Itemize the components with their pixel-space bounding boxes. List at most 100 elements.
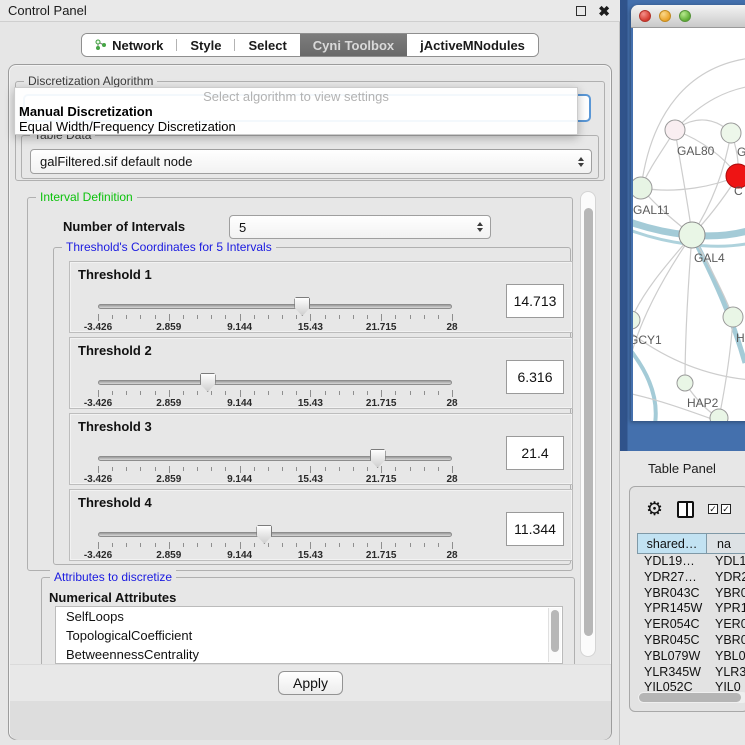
- network-node-bottom-node[interactable]: [710, 409, 728, 421]
- tick-mark: [395, 315, 396, 319]
- tick-mark: [438, 391, 439, 395]
- apply-button[interactable]: Apply: [278, 671, 343, 695]
- threshold-value-field[interactable]: 11.344: [506, 512, 564, 546]
- tab-style[interactable]: Style: [177, 34, 234, 56]
- threshold-slider-2[interactable]: -3.4262.8599.14415.4321.71528: [98, 372, 452, 410]
- tick-label: 15.43: [298, 398, 323, 409]
- numerical-attributes-list[interactable]: SelfLoopsTopologicalCoefficientBetweenne…: [55, 606, 563, 664]
- tick-mark: [126, 467, 127, 471]
- network-node-top-right[interactable]: [721, 123, 741, 143]
- slider-track[interactable]: [98, 304, 452, 309]
- checkbox-icon[interactable]: ✓: [721, 504, 731, 514]
- tab-label: Network: [112, 38, 163, 53]
- tick-mark: [339, 391, 340, 395]
- tab-network[interactable]: Network: [82, 34, 176, 56]
- tick-mark: [395, 467, 396, 471]
- table-toolbar: ⚙ ✓ ✓: [630, 495, 745, 523]
- table-row[interactable]: YBL079WYBL0: [637, 649, 745, 665]
- table-row[interactable]: YDL19…YDL1: [637, 554, 745, 570]
- network-edge[interactable]: [633, 346, 656, 421]
- list-item[interactable]: BetweennessCentrality: [56, 645, 562, 664]
- tick-mark: [410, 543, 411, 547]
- slider-track[interactable]: [98, 456, 452, 461]
- network-edge[interactable]: [641, 176, 738, 190]
- network-node-label: GCY1: [633, 333, 662, 347]
- network-edge[interactable]: [685, 235, 692, 383]
- network-node-gal11[interactable]: [633, 177, 652, 199]
- list-item[interactable]: SelfLoops: [56, 607, 562, 626]
- table-data-combobox[interactable]: galFiltered.sif default node: [30, 149, 592, 174]
- tick-mark: [367, 391, 368, 395]
- gear-icon[interactable]: ⚙: [646, 500, 663, 519]
- tick-mark: [310, 314, 311, 321]
- table-row[interactable]: YBR043CYBR0: [637, 586, 745, 602]
- close-icon[interactable]: ✖: [598, 6, 610, 16]
- network-node-label: GAL4: [694, 251, 725, 265]
- table-row[interactable]: YPR145WYPR1: [637, 601, 745, 617]
- network-node-h-node[interactable]: [723, 307, 743, 327]
- tick-mark: [197, 543, 198, 547]
- float-panel-icon[interactable]: [576, 6, 586, 16]
- tick-mark: [367, 315, 368, 319]
- table-row[interactable]: YBR045CYBR0: [637, 633, 745, 649]
- slider-track[interactable]: [98, 532, 452, 537]
- column-header-shared[interactable]: shared…: [637, 533, 707, 554]
- threshold-label: Threshold 4: [78, 495, 152, 510]
- slider-track[interactable]: [98, 380, 452, 385]
- tick-mark: [140, 467, 141, 471]
- dropdown-option-manual[interactable]: Manual Discretization: [15, 103, 577, 118]
- tab-jactivemnodules[interactable]: jActiveMNodules: [407, 34, 538, 56]
- threshold-value-field[interactable]: 6.316: [506, 360, 564, 394]
- network-node-hap2[interactable]: [677, 375, 693, 391]
- network-node-label: C: [734, 184, 743, 198]
- network-node-gal4[interactable]: [679, 222, 705, 248]
- dropdown-option-equal-width[interactable]: Equal Width/Frequency Discretization: [15, 118, 577, 133]
- tick-mark: [112, 467, 113, 471]
- panel-scrollbar[interactable]: [580, 191, 596, 657]
- tick-mark: [367, 543, 368, 547]
- threshold-value-field[interactable]: 21.4: [506, 436, 564, 470]
- minimize-traffic-light-icon[interactable]: [659, 10, 671, 22]
- table-hscrollbar-thumb[interactable]: [639, 693, 741, 702]
- close-traffic-light-icon[interactable]: [639, 10, 651, 22]
- threshold-value-field[interactable]: 14.713: [506, 284, 564, 318]
- threshold-slider-3[interactable]: -3.4262.8599.14415.4321.71528: [98, 448, 452, 486]
- tick-mark: [282, 467, 283, 471]
- network-window-titlebar[interactable]: [631, 5, 745, 28]
- network-edge[interactable]: [719, 317, 733, 418]
- tab-select[interactable]: Select: [235, 34, 299, 56]
- table-row[interactable]: YLR345WYLR3: [637, 665, 745, 681]
- tick-mark: [225, 391, 226, 395]
- tick-mark: [155, 391, 156, 395]
- list-scrollbar-thumb[interactable]: [551, 610, 559, 652]
- network-node-gcy1[interactable]: [633, 311, 640, 329]
- list-scrollbar[interactable]: [548, 608, 561, 662]
- network-canvas[interactable]: GAL80GACGAL11GAL4GCY1HHAP2: [633, 28, 745, 421]
- table-data-value: galFiltered.sif default node: [40, 154, 192, 169]
- tick-mark: [395, 391, 396, 395]
- table-cell: YPR1: [707, 601, 745, 617]
- interval-definition-title: Interval Definition: [36, 190, 137, 204]
- tick-label: 21.715: [366, 474, 397, 485]
- network-node-gal80[interactable]: [665, 120, 685, 140]
- panel-scrollbar-thumb[interactable]: [584, 208, 593, 636]
- tick-mark: [268, 543, 269, 547]
- tick-mark: [282, 543, 283, 547]
- table-row[interactable]: YER054CYER0: [637, 617, 745, 633]
- apply-bar: Apply: [10, 664, 611, 701]
- table-row[interactable]: YDR27…YDR2: [637, 570, 745, 586]
- threshold-slider-4[interactable]: -3.4262.8599.14415.4321.71528: [98, 524, 452, 562]
- zoom-traffic-light-icon[interactable]: [679, 10, 691, 22]
- tab-cyni-toolbox[interactable]: Cyni Toolbox: [300, 34, 407, 56]
- tick-mark: [268, 467, 269, 471]
- slider-ticks: [98, 465, 452, 474]
- number-of-intervals-combobox[interactable]: 5: [229, 215, 491, 239]
- table-hscrollbar[interactable]: [638, 692, 745, 703]
- network-edge[interactable]: [633, 235, 692, 373]
- list-item[interactable]: TopologicalCoefficient: [56, 626, 562, 645]
- split-columns-icon[interactable]: [677, 501, 694, 518]
- threshold-slider-1[interactable]: -3.4262.8599.14415.4321.71528: [98, 296, 452, 334]
- checkbox-icon[interactable]: ✓: [708, 504, 718, 514]
- combo-spinner-icon: [477, 222, 483, 232]
- column-header-name[interactable]: na: [707, 533, 745, 554]
